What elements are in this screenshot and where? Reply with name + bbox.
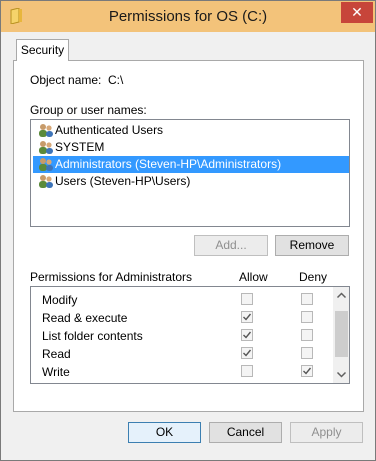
permissions-scrollbar[interactable] [333,287,349,383]
title-bar[interactable]: Permissions for OS (C:) ✕ [1,1,375,32]
allow-checkbox[interactable] [241,329,253,341]
allow-checkbox[interactable] [241,347,253,359]
allow-checkbox[interactable] [241,293,253,305]
list-item-authenticated-users[interactable]: Authenticated Users [33,122,349,139]
users-icon [37,174,54,189]
list-item-label: Authenticated Users [55,123,164,137]
deny-checkbox[interactable] [301,347,313,359]
allow-checkbox[interactable] [241,383,253,384]
object-name-label: Object name: [30,73,102,87]
deny-checkbox[interactable] [301,383,313,384]
permission-label: Read & execute [42,311,128,325]
list-item-administrators[interactable]: Administrators (Steven-HP\Administrators… [33,156,349,173]
window-title: Permissions for OS (C:) [108,8,268,25]
permission-row-read: Read [31,344,333,362]
deny-checkbox[interactable] [301,329,313,341]
permissions-list[interactable]: Modify Read & execute List folder conten… [30,286,350,384]
ok-button[interactable]: OK [128,422,201,443]
tab-security[interactable]: Security [16,39,69,61]
deny-checkbox[interactable] [301,365,313,377]
remove-button[interactable]: Remove [275,235,349,256]
group-names-label: Group or user names: [30,103,147,117]
cancel-button[interactable]: Cancel [209,422,282,443]
scrollbar-thumb[interactable] [335,311,348,357]
deny-checkbox[interactable] [301,293,313,305]
permission-label: Modify [42,293,78,307]
permission-label: List folder contents [42,329,143,343]
allow-checkbox[interactable] [241,311,253,323]
permission-row-read-execute: Read & execute [31,308,333,326]
permissions-title: Permissions for Administrators [30,270,193,284]
permission-row-write: Write [31,362,333,380]
users-icon [37,157,54,172]
users-icon [37,140,54,155]
allow-header: Allow [239,270,268,284]
allow-checkbox[interactable] [241,365,253,377]
group-user-list[interactable]: Authenticated Users SYSTEM Administrator… [30,119,350,227]
list-item-label: SYSTEM [55,140,105,154]
deny-checkbox[interactable] [301,311,313,323]
permission-row-partial [31,380,333,384]
add-button[interactable]: Add... [194,235,268,256]
permission-row-list-folder: List folder contents [31,326,333,344]
apply-button[interactable]: Apply [290,422,363,443]
close-button[interactable]: ✕ [341,2,373,23]
chevron-down-icon[interactable] [333,366,349,383]
permission-row-modify: Modify [31,290,333,308]
object-name-value: C:\ [108,73,124,87]
list-item-label: Administrators (Steven-HP\Administrators… [55,157,282,171]
deny-header: Deny [299,270,328,284]
list-item-users[interactable]: Users (Steven-HP\Users) [33,173,349,190]
list-item-label: Users (Steven-HP\Users) [55,174,191,188]
list-item-system[interactable]: SYSTEM [33,139,349,156]
permission-label: Write [42,365,70,379]
users-icon [37,123,54,138]
chevron-up-icon[interactable] [333,287,349,304]
permissions-dialog: Permissions for OS (C:) ✕ Security Objec… [0,0,376,461]
permission-label: Read [42,347,71,361]
